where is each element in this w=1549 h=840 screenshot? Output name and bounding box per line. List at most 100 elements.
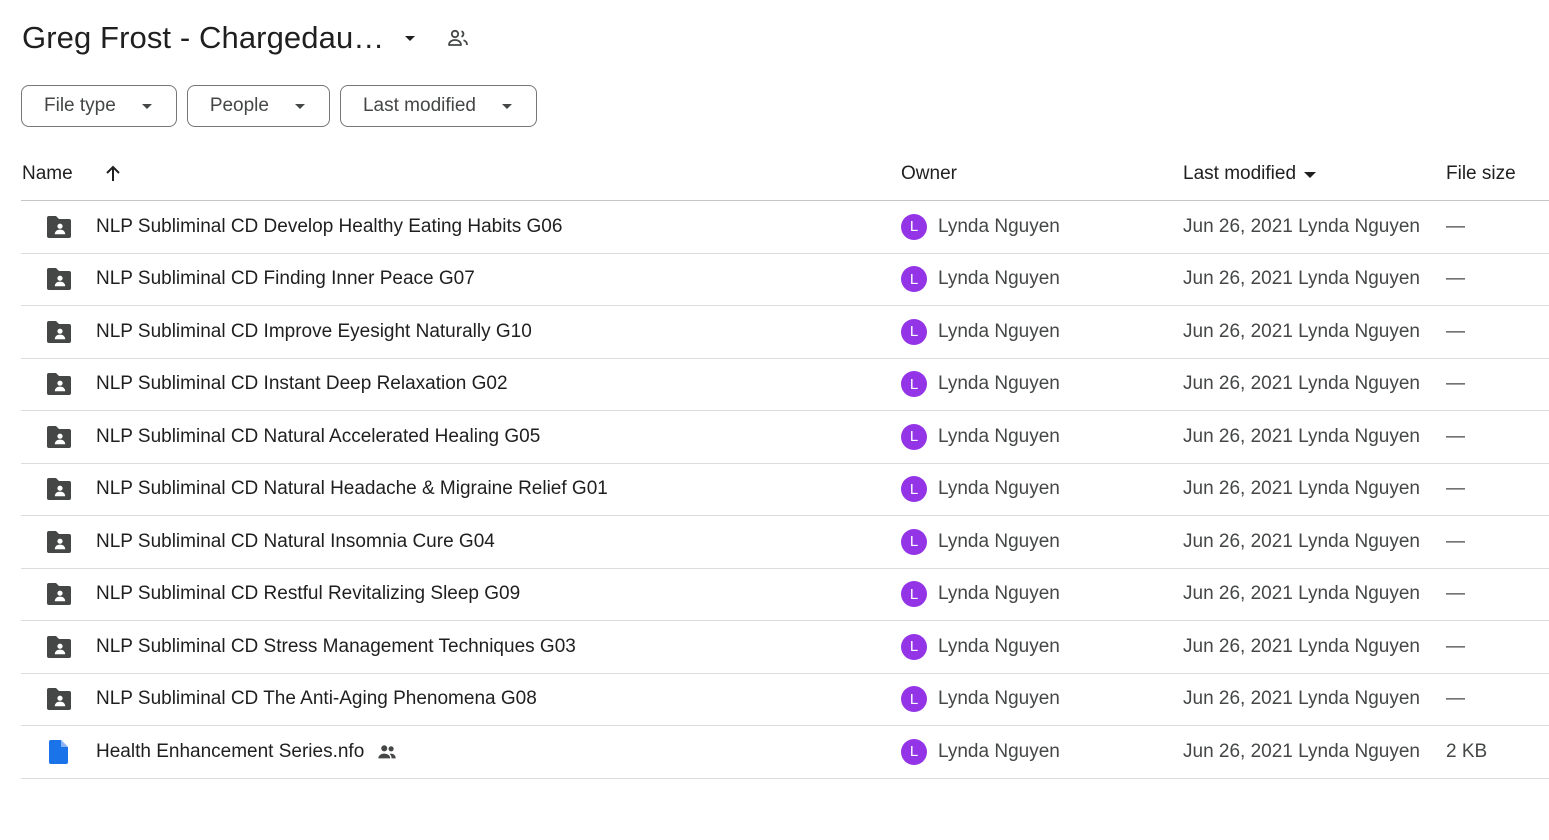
file-name: NLP Subliminal CD Improve Eyesight Natur… — [96, 306, 532, 358]
people-filter-label: People — [209, 95, 269, 116]
table-row[interactable]: NLP Subliminal CD Instant Deep Relaxatio… — [21, 359, 1549, 411]
file-name-text: NLP Subliminal CD Finding Inner Peace G0… — [96, 268, 475, 290]
shared-folder-icon — [45, 359, 73, 411]
file-name-text: NLP Subliminal CD Instant Deep Relaxatio… — [96, 373, 508, 395]
owner-name: Lynda Nguyen — [938, 688, 1060, 710]
shared-folder-icon — [45, 516, 73, 568]
owner-cell: L Lynda Nguyen — [901, 359, 1060, 411]
file-size-cell: — — [1446, 425, 1465, 447]
arrow-drop-down-icon — [1302, 166, 1318, 182]
file-size-cell: — — [1446, 583, 1465, 605]
arrow-upward-icon[interactable] — [101, 148, 125, 200]
avatar[interactable]: L — [901, 738, 927, 765]
table-row[interactable]: NLP Subliminal CD Restful Revitalizing S… — [21, 569, 1549, 621]
owner-name: Lynda Nguyen — [938, 740, 1060, 762]
file-name: NLP Subliminal CD Natural Accelerated He… — [96, 411, 540, 463]
column-header-name[interactable]: Name — [22, 148, 73, 200]
file-type-filter-label: File type — [44, 95, 116, 116]
owner-cell: L Lynda Nguyen — [901, 201, 1060, 253]
file-name-text: NLP Subliminal CD Stress Management Tech… — [96, 635, 576, 657]
owner-cell: L Lynda Nguyen — [901, 726, 1060, 778]
file-size-cell: — — [1446, 373, 1465, 395]
file-size-cell: — — [1446, 320, 1465, 342]
owner-name: Lynda Nguyen — [938, 583, 1060, 605]
file-size-cell: — — [1446, 215, 1465, 237]
file-size-cell: — — [1446, 635, 1465, 657]
table-row[interactable]: NLP Subliminal CD Finding Inner Peace G0… — [21, 254, 1549, 306]
shared-folder-icon — [45, 569, 73, 621]
file-size-cell: — — [1446, 268, 1465, 290]
table-row[interactable]: NLP Subliminal CD Develop Healthy Eating… — [21, 201, 1549, 254]
shared-folder-icon — [45, 254, 73, 306]
arrow-drop-down-icon — [500, 99, 514, 113]
shared-folder-icon — [45, 674, 73, 726]
file-name-text: NLP Subliminal CD Develop Healthy Eating… — [96, 215, 563, 237]
owner-cell: L Lynda Nguyen — [901, 464, 1060, 516]
avatar[interactable]: L — [901, 423, 927, 450]
owner-name: Lynda Nguyen — [938, 268, 1060, 290]
shared-folder-icon — [45, 201, 73, 253]
people-filter[interactable]: People — [186, 85, 330, 127]
owner-name: Lynda Nguyen — [938, 425, 1060, 447]
table-row[interactable]: NLP Subliminal CD Natural Accelerated He… — [21, 411, 1549, 464]
avatar[interactable]: L — [901, 686, 927, 713]
owner-name: Lynda Nguyen — [938, 373, 1060, 395]
file-name-text: NLP Subliminal CD Natural Insomnia Cure … — [96, 530, 495, 552]
avatar[interactable]: L — [901, 318, 927, 345]
column-header-last-modified[interactable]: Last modified — [1183, 148, 1318, 200]
avatar[interactable]: L — [901, 371, 927, 398]
last-modified-cell: Jun 26, 2021 Lynda Nguyen — [1183, 740, 1420, 762]
table-row[interactable]: NLP Subliminal CD Natural Headache & Mig… — [21, 464, 1549, 516]
owner-cell: L Lynda Nguyen — [901, 621, 1060, 673]
last-modified-filter-label: Last modified — [362, 95, 476, 116]
table-body: NLP Subliminal CD Develop Healthy Eating… — [21, 201, 1549, 779]
file-name: NLP Subliminal CD Natural Headache & Mig… — [96, 464, 608, 516]
file-name: Health Enhancement Series.nfo — [96, 726, 398, 778]
folder-title[interactable]: Greg Frost - Chargedau… — [22, 20, 384, 56]
file-name-text: Health Enhancement Series.nfo — [96, 740, 365, 762]
last-modified-filter[interactable]: Last modified — [339, 85, 537, 127]
column-header-file-size[interactable]: File size — [1446, 148, 1516, 200]
owner-name: Lynda Nguyen — [938, 215, 1060, 237]
last-modified-cell: Jun 26, 2021 Lynda Nguyen — [1183, 583, 1420, 605]
owner-name: Lynda Nguyen — [938, 478, 1060, 500]
file-type-filter[interactable]: File type — [21, 85, 177, 127]
avatar[interactable]: L — [901, 581, 927, 608]
file-name: NLP Subliminal CD The Anti-Aging Phenome… — [96, 674, 537, 726]
file-size-cell: — — [1446, 530, 1465, 552]
file-list: Name Owner Last modified File size NLP S… — [21, 148, 1549, 779]
file-name: NLP Subliminal CD Instant Deep Relaxatio… — [96, 359, 508, 411]
file-name: NLP Subliminal CD Stress Management Tech… — [96, 621, 576, 673]
owner-cell: L Lynda Nguyen — [901, 411, 1060, 463]
table-row[interactable]: NLP Subliminal CD Improve Eyesight Natur… — [21, 306, 1549, 359]
file-name-text: NLP Subliminal CD Restful Revitalizing S… — [96, 583, 521, 605]
avatar[interactable]: L — [901, 266, 927, 293]
owner-name: Lynda Nguyen — [938, 530, 1060, 552]
arrow-drop-down-icon — [293, 99, 307, 113]
last-modified-cell: Jun 26, 2021 Lynda Nguyen — [1183, 688, 1420, 710]
last-modified-cell: Jun 26, 2021 Lynda Nguyen — [1183, 268, 1420, 290]
file-name: NLP Subliminal CD Finding Inner Peace G0… — [96, 254, 475, 306]
avatar[interactable]: L — [901, 213, 927, 240]
avatar[interactable]: L — [901, 633, 927, 660]
file-size-cell: — — [1446, 478, 1465, 500]
table-row[interactable]: NLP Subliminal CD The Anti-Aging Phenome… — [21, 674, 1549, 726]
file-size-cell: 2 KB — [1446, 740, 1488, 762]
table-row[interactable]: NLP Subliminal CD Stress Management Tech… — [21, 621, 1549, 674]
owner-cell: L Lynda Nguyen — [901, 516, 1060, 568]
file-size-cell: — — [1446, 688, 1465, 710]
avatar[interactable]: L — [901, 528, 927, 555]
shared-folder-icon — [45, 411, 73, 463]
last-modified-cell: Jun 26, 2021 Lynda Nguyen — [1183, 635, 1420, 657]
arrow-drop-down-icon[interactable] — [398, 26, 422, 50]
column-header-owner[interactable]: Owner — [901, 148, 957, 200]
avatar[interactable]: L — [901, 476, 927, 503]
file-name: NLP Subliminal CD Develop Healthy Eating… — [96, 201, 562, 253]
table-row[interactable]: NLP Subliminal CD Natural Insomnia Cure … — [21, 516, 1549, 569]
last-modified-cell: Jun 26, 2021 Lynda Nguyen — [1183, 425, 1420, 447]
owner-cell: L Lynda Nguyen — [901, 674, 1060, 726]
file-name: NLP Subliminal CD Restful Revitalizing S… — [96, 569, 520, 621]
table-row[interactable]: Health Enhancement Series.nfo L Lynda Ng… — [21, 726, 1549, 779]
shared-folder-icon — [45, 464, 73, 516]
people-icon — [446, 26, 470, 50]
